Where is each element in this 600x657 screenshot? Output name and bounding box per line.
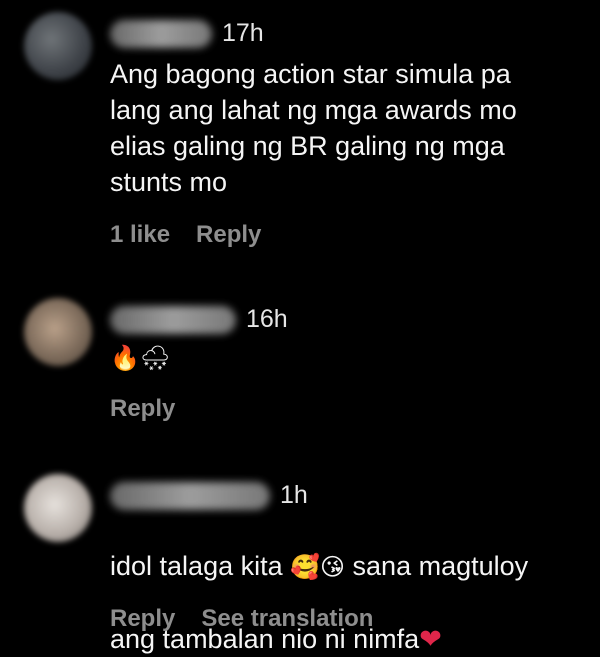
comment-time: 1h (280, 481, 308, 509)
see-translation-button[interactable]: See translation (201, 605, 373, 632)
username-blurred[interactable] (110, 306, 236, 334)
reply-button[interactable]: Reply (110, 605, 175, 632)
avatar[interactable] (24, 474, 92, 542)
comment-actions: Reply See translation (110, 604, 399, 634)
comment-emoji-text: 🔥🌨 (110, 344, 171, 372)
comment-text-part: sana magtuloy (345, 551, 529, 581)
comment-actions: 1 like Reply (110, 220, 287, 250)
likes-count[interactable]: 1 like (110, 221, 170, 248)
avatar[interactable] (24, 298, 92, 366)
comment-text: idol talaga kita 🥰😘 sana magtuloy ang ta… (110, 512, 580, 657)
avatar[interactable] (24, 12, 92, 80)
username-blurred[interactable] (110, 482, 270, 510)
comment-time: 17h (222, 19, 264, 47)
comment-actions: Reply (110, 394, 201, 424)
comment-time: 16h (246, 305, 288, 333)
smiling-face-with-hearts-emoji: 🥰😘 (290, 553, 346, 581)
comment-text-part: idol talaga kita (110, 551, 291, 581)
reply-button[interactable]: Reply (196, 221, 261, 248)
reply-button[interactable]: Reply (110, 395, 175, 422)
comment-text: Ang bagong action star simula pa lang an… (110, 59, 517, 197)
red-heart-icon: ❤ (419, 624, 442, 654)
username-blurred[interactable] (110, 20, 212, 48)
